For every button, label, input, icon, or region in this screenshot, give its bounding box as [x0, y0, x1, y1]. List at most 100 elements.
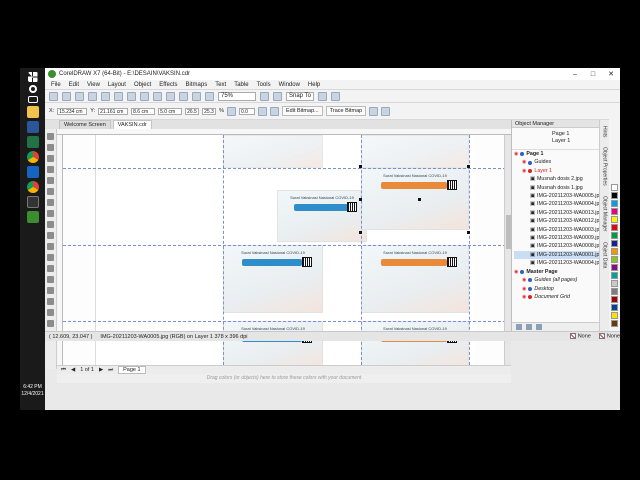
zoom-select[interactable]: 75% — [218, 91, 256, 101]
tree-layer-item[interactable]: ◉ Layer 1 — [514, 167, 599, 175]
visibility-icon[interactable]: ◉ — [522, 276, 526, 284]
menu-view[interactable]: View — [87, 82, 100, 88]
drop-shadow-tool-icon[interactable] — [47, 265, 54, 272]
object-tree-item[interactable]: ▣ IMG-20211203-WA0003.jpg — [514, 226, 602, 234]
fill-indicator[interactable]: None — [569, 333, 591, 340]
full-screen-icon[interactable] — [260, 91, 269, 101]
polygon-tool-icon[interactable] — [47, 221, 54, 228]
mirror-vertical-icon[interactable] — [270, 106, 279, 116]
side-tab-object-properties[interactable]: Object Properties — [602, 147, 608, 186]
artistic-media-tool-icon[interactable] — [47, 188, 54, 195]
rotation-field[interactable]: 0.0 — [239, 107, 255, 115]
search-content-icon[interactable] — [166, 91, 175, 101]
windows-start-icon[interactable] — [27, 72, 38, 82]
edit-bitmap-button[interactable]: Edit Bitmap... — [282, 106, 323, 116]
object-tree-item[interactable]: ▣ Musnah dosis 2.jpg — [514, 175, 599, 183]
color-swatch[interactable] — [611, 304, 618, 311]
color-swatch[interactable] — [611, 256, 618, 263]
color-swatch[interactable] — [611, 184, 618, 191]
close-icon[interactable]: ✕ — [602, 70, 620, 78]
object-tree-item[interactable]: ▣ Musnah dosis 1.jpg — [514, 184, 599, 192]
color-swatch[interactable] — [611, 264, 618, 271]
color-swatch[interactable] — [611, 248, 618, 255]
outline-pen-icon[interactable] — [47, 320, 54, 327]
transparency-tool-icon[interactable] — [47, 276, 54, 283]
color-swatch[interactable] — [611, 208, 618, 215]
visibility-icon[interactable]: ◉ — [522, 158, 526, 166]
menu-edit[interactable]: Edit — [69, 82, 79, 88]
height-field[interactable]: 5.0 cm — [158, 107, 183, 115]
document-palette[interactable]: Drag colors (or objects) here to store t… — [57, 374, 511, 383]
menu-file[interactable]: File — [51, 82, 61, 88]
first-page-icon[interactable]: ⏮ — [61, 367, 66, 374]
word-icon[interactable] — [26, 121, 39, 133]
vaccine-card-image[interactable] — [223, 135, 323, 168]
rectangle-tool-icon[interactable] — [47, 199, 54, 206]
chrome-icon[interactable] — [26, 181, 39, 193]
color-swatch[interactable] — [611, 192, 618, 199]
menu-help[interactable]: Help — [308, 82, 320, 88]
vaccine-card-image[interactable]: Surat Vaksinasi Nasional COVID-19 — [361, 321, 469, 365]
text-tool-icon[interactable] — [47, 232, 54, 239]
menu-layout[interactable]: Layout — [108, 82, 126, 88]
color-swatch[interactable] — [611, 320, 618, 327]
color-swatch[interactable] — [611, 216, 618, 223]
coreldraw-icon[interactable] — [26, 211, 39, 223]
guideline-horizontal[interactable] — [63, 321, 511, 322]
trace-bitmap-button[interactable]: Trace Bitmap — [325, 106, 367, 116]
guideline-horizontal[interactable] — [63, 168, 511, 169]
menu-window[interactable]: Window — [279, 82, 300, 88]
file-explorer-icon[interactable] — [26, 106, 39, 118]
application-launcher-icon[interactable] — [331, 91, 340, 101]
menu-table[interactable]: Table — [234, 82, 248, 88]
tree-page-item[interactable]: ◉ Master Page — [514, 268, 599, 276]
bluetooth-icon[interactable] — [26, 166, 39, 178]
vaccine-card-image[interactable]: Surat Vaksinasi Nasional COVID-19 — [361, 168, 469, 230]
options-icon[interactable] — [318, 91, 327, 101]
menu-object[interactable]: Object — [134, 82, 151, 88]
object-tree-item[interactable]: ▣ IMG-20211203-WA0001.jpg — [514, 250, 602, 260]
crop-icon[interactable] — [369, 106, 379, 116]
chrome-icon[interactable] — [26, 151, 39, 163]
save-icon[interactable] — [75, 91, 84, 101]
object-tree-item[interactable]: ▣ IMG-20211203-WA0005.jpg — [514, 192, 602, 200]
color-swatch[interactable] — [611, 288, 618, 295]
ellipse-tool-icon[interactable] — [47, 210, 54, 217]
vaccine-card-image[interactable]: Surat Vaksinasi Nasional COVID-19 — [277, 190, 367, 242]
maximize-icon[interactable]: □ — [584, 71, 602, 78]
y-position-field[interactable]: 21.161 cm — [98, 107, 129, 115]
tree-layer-item[interactable]: ◉ Desktop — [514, 285, 599, 293]
crop-tool-icon[interactable] — [47, 155, 54, 162]
tab-welcome-screen[interactable]: Welcome Screen — [59, 120, 111, 129]
undo-icon[interactable] — [140, 91, 149, 101]
taskbar-clock[interactable]: 6:42 PM 12/4/2021 — [20, 384, 45, 398]
freehand-tool-icon[interactable] — [47, 177, 54, 184]
vaccine-card-image[interactable]: Surat Vaksinasi Nasional COVID-19 — [223, 245, 323, 313]
visibility-icon[interactable]: ◉ — [514, 268, 518, 276]
prev-page-icon[interactable]: ◀ — [71, 367, 75, 373]
width-field[interactable]: 8.6 cm — [131, 107, 156, 115]
last-page-icon[interactable]: ⏭ — [108, 367, 113, 374]
selection-handle[interactable] — [359, 231, 362, 234]
pick-tool-icon[interactable] — [47, 133, 54, 140]
side-tab-object-manager[interactable]: Object Manager — [602, 196, 608, 232]
mirror-horizontal-icon[interactable] — [258, 106, 267, 116]
color-swatch[interactable] — [611, 312, 618, 319]
next-page-icon[interactable]: ▶ — [99, 367, 103, 373]
color-swatch[interactable] — [611, 272, 618, 279]
selection-handle[interactable] — [418, 198, 421, 201]
vaccine-card-image[interactable]: Surat Vaksinasi Nasional COVID-19 — [223, 321, 323, 365]
open-icon[interactable] — [62, 91, 71, 101]
smart-fill-tool-icon[interactable] — [47, 309, 54, 316]
menu-tools[interactable]: Tools — [257, 82, 271, 88]
new-master-layer-icon[interactable] — [526, 324, 532, 330]
visibility-icon[interactable]: ◉ — [522, 285, 526, 293]
new-layer-icon[interactable] — [516, 324, 522, 330]
print-icon[interactable] — [88, 91, 97, 101]
menu-effects[interactable]: Effects — [159, 82, 177, 88]
outline-indicator[interactable]: None — [598, 333, 620, 340]
show-rulers-icon[interactable] — [273, 91, 282, 101]
selection-handle[interactable] — [359, 198, 362, 201]
tree-layer-item[interactable]: ◉ Guides (all pages) — [514, 276, 599, 284]
x-position-field[interactable]: 15.234 cm — [57, 107, 88, 115]
